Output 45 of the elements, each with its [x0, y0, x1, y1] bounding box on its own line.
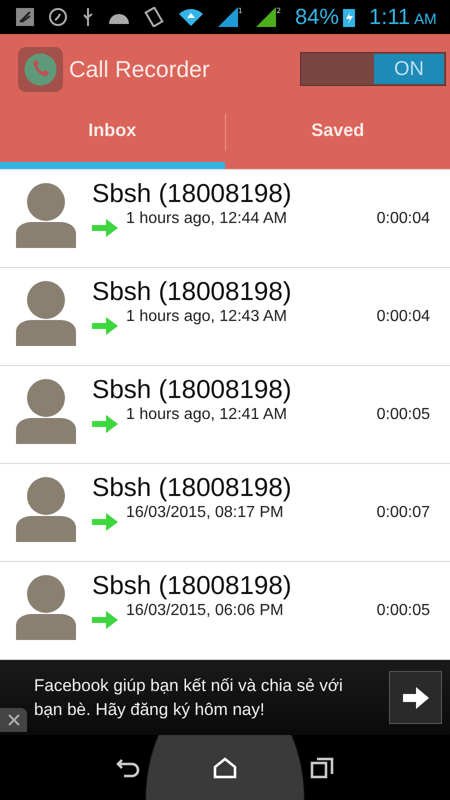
contact-name: Sbsh (18008198) — [92, 276, 292, 307]
outgoing-arrow-icon — [92, 219, 118, 237]
clock-time: 1:11 — [368, 4, 410, 30]
phone-logo-icon — [18, 46, 63, 92]
contact-name: Sbsh (18008198) — [92, 472, 292, 503]
clock-meridiem: AM — [414, 11, 437, 28]
outgoing-arrow-icon — [92, 611, 118, 629]
usb-icon — [82, 7, 94, 27]
call-duration: 0:00:05 — [376, 602, 430, 620]
person-avatar-icon — [16, 574, 76, 640]
close-button[interactable] — [0, 708, 27, 732]
outgoing-arrow-icon — [92, 513, 118, 531]
call-time: 1 hours ago, 12:43 AM — [126, 308, 288, 326]
call-duration: 0:00:07 — [376, 504, 430, 522]
battery-percent: 84% — [294, 4, 339, 30]
wifi-icon — [178, 7, 204, 27]
close-icon — [8, 714, 20, 726]
contact-name: Sbsh (18008198) — [92, 178, 292, 209]
right-arrow-icon — [402, 686, 428, 708]
call-row[interactable]: Sbsh (18008198) 1 hours ago, 12:41 AM 0:00:05 — [0, 366, 450, 464]
ad-banner[interactable]: Facebook giúp bạn kết nối và chia sẻ với bạn bè. Hãy đăng ký hôm nay! — [0, 660, 450, 735]
person-avatar-icon — [16, 182, 76, 248]
notification-icon — [16, 8, 34, 26]
battery-icon — [342, 7, 355, 27]
call-duration: 0:00:04 — [376, 210, 430, 228]
person-avatar-icon — [16, 378, 76, 444]
ad-arrow-button[interactable] — [389, 671, 442, 724]
call-time: 16/03/2015, 06:06 PM — [126, 602, 284, 620]
vibrate-icon — [144, 7, 164, 27]
ad-text: Facebook giúp bạn kết nối và chia sẻ với bạn bè. Hãy đăng ký hôm nay! — [34, 674, 344, 720]
call-row[interactable]: Sbsh (18008198) 1 hours ago, 12:43 AM 0:00:04 — [0, 268, 450, 366]
call-time: 16/03/2015, 08:17 PM — [126, 504, 284, 522]
call-row[interactable]: Sbsh (18008198) 16/03/2015, 08:17 PM 0:00:07 — [0, 464, 450, 562]
outgoing-arrow-icon — [92, 415, 118, 433]
contact-name: Sbsh (18008198) — [92, 570, 292, 601]
call-time: 1 hours ago, 12:44 AM — [126, 210, 288, 228]
call-time: 1 hours ago, 12:41 AM — [126, 406, 288, 424]
call-row[interactable]: Sbsh (18008198) 1 hours ago, 12:44 AM 0:00:04 — [0, 170, 450, 268]
call-duration: 0:00:05 — [376, 406, 430, 424]
person-avatar-icon — [16, 476, 76, 542]
call-duration: 0:00:04 — [376, 308, 430, 326]
contact-name: Sbsh (18008198) — [92, 374, 292, 405]
person-avatar-icon — [16, 280, 76, 346]
outgoing-arrow-icon — [92, 317, 118, 335]
app-title: Call Recorder — [69, 56, 211, 82]
